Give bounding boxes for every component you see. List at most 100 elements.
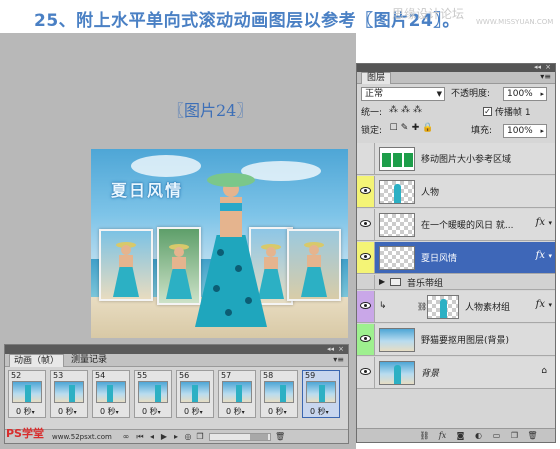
frame-thumbnail: [306, 381, 336, 403]
panel-titlebar[interactable]: ◂◂ ×: [357, 63, 555, 72]
visibility-toggle[interactable]: [357, 291, 375, 322]
lock-icon: ⌂: [541, 366, 547, 376]
add-mask-icon[interactable]: ◙: [455, 431, 466, 440]
unify-visibility-icon[interactable]: ⁂: [401, 106, 410, 115]
frame-56[interactable]: 56 0 秒▾: [176, 370, 214, 418]
frame-54[interactable]: 54 0 秒▾: [92, 370, 130, 418]
unify-position-icon[interactable]: ⁂: [389, 106, 398, 115]
frame-59[interactable]: 59 0 秒▾: [302, 370, 340, 418]
tab-layers[interactable]: 图层: [361, 72, 392, 84]
visibility-toggle[interactable]: [357, 242, 375, 273]
frame-53[interactable]: 53 0 秒▾: [50, 370, 88, 418]
lock-transparency-icon[interactable]: ☐: [389, 124, 398, 133]
frame-number: 53: [53, 371, 64, 380]
new-layer-icon[interactable]: ❐: [509, 431, 520, 440]
chevron-down-icon: ▾: [73, 409, 77, 416]
visibility-toggle[interactable]: [357, 275, 375, 289]
layer-name: 移动图片大小参考区域: [421, 155, 512, 165]
visibility-toggle[interactable]: [357, 209, 375, 240]
tutorial-header: 25、附上水平单向式滚动动画图层以参考〖图片24〗。 思缘设计论坛 WWW.MI…: [0, 0, 560, 32]
frame-58[interactable]: 58 0 秒▾: [260, 370, 298, 418]
loop-options-icon[interactable]: ∞: [121, 432, 131, 441]
eye-icon: [360, 302, 371, 309]
chevron-down-icon[interactable]: ▾: [548, 252, 552, 260]
adjustment-layer-icon[interactable]: ◐: [473, 431, 484, 440]
layer-name: 背景: [421, 369, 440, 379]
frame-55[interactable]: 55 0 秒▾: [134, 370, 172, 418]
frame-delay[interactable]: 0 秒▾: [142, 406, 161, 417]
frame-delay[interactable]: 0 秒▾: [100, 406, 119, 417]
duplicate-frame-icon[interactable]: ❐: [195, 432, 205, 441]
fx-icon[interactable]: fx: [536, 217, 545, 228]
frame-delay[interactable]: 0 秒▾: [184, 406, 203, 417]
layer-name: 人物: [421, 188, 440, 198]
collapse-icon[interactable]: ◂◂: [327, 345, 334, 353]
layer-row-selected[interactable]: 夏日风情 fx ▾: [357, 242, 555, 274]
layer-row[interactable]: 人物: [357, 176, 555, 208]
layer-name: 人物素材组: [465, 303, 511, 313]
propagate-checkbox[interactable]: ✓: [483, 107, 492, 116]
frame-delay[interactable]: 0 秒▾: [16, 406, 35, 417]
chevron-down-icon: ▾: [283, 409, 287, 416]
fx-icon[interactable]: fx: [536, 250, 545, 261]
folder-icon: [390, 278, 401, 286]
first-frame-icon[interactable]: ⏮: [135, 432, 145, 441]
lock-all-icon[interactable]: 🔒: [422, 124, 433, 133]
delete-frame-icon[interactable]: 🗑: [275, 432, 285, 441]
frame-52[interactable]: 52 0 秒▾: [8, 370, 46, 418]
fill-input[interactable]: 100% ▸: [503, 124, 547, 138]
delete-layer-icon[interactable]: 🗑: [527, 431, 538, 440]
link-icon: ⛓: [417, 302, 428, 311]
frame-delay[interactable]: 0 秒▾: [226, 406, 245, 417]
link-layers-icon[interactable]: ⛓: [419, 431, 430, 440]
layer-row[interactable]: 移动图片大小参考区域: [357, 143, 555, 175]
add-style-icon[interactable]: fx: [437, 431, 448, 440]
chevron-down-icon[interactable]: ▾: [548, 301, 552, 309]
close-icon[interactable]: ×: [338, 345, 344, 353]
panel-menu-icon[interactable]: ▾≡: [540, 72, 551, 81]
layer-group-row[interactable]: ▶ 音乐带组: [357, 275, 555, 290]
layer-thumbnail: [379, 147, 415, 171]
layers-footer: ⛓ fx ◙ ◐ ▭ ❐ 🗑: [357, 428, 555, 442]
unify-style-icon[interactable]: ⁂: [413, 106, 422, 115]
play-icon[interactable]: ▶: [159, 432, 169, 441]
frame-delay[interactable]: 0 秒▾: [58, 406, 77, 417]
watermark-text: 思缘设计论坛: [392, 7, 465, 21]
layer-thumbnail: [379, 328, 415, 352]
poster-image: 夏日风情: [91, 149, 348, 338]
lock-pixels-icon[interactable]: ✎: [400, 124, 409, 133]
collapse-icon[interactable]: ◂◂: [534, 63, 541, 71]
visibility-toggle[interactable]: [357, 324, 375, 355]
frame-57[interactable]: 57 0 秒▾: [218, 370, 256, 418]
layers-panel: ◂◂ × 图层 ▾≡ 正常 ▼ 不透明度: 100% ▸ 统一: ⁂ ⁂ ⁂ ✓…: [356, 63, 556, 443]
frame-delay[interactable]: 0 秒▾: [268, 406, 287, 417]
expand-triangle-icon[interactable]: ▶: [379, 277, 385, 286]
poster-title: 夏日风情: [111, 181, 184, 200]
visibility-toggle[interactable]: [357, 357, 375, 388]
layers-tabs: 图层 ▾≡: [357, 72, 555, 84]
visibility-toggle[interactable]: [357, 176, 375, 207]
visibility-toggle[interactable]: [357, 143, 375, 174]
fx-icon[interactable]: fx: [536, 299, 545, 310]
next-frame-icon[interactable]: ▸: [171, 432, 181, 441]
panel-menu-icon[interactable]: ▾≡: [333, 355, 344, 364]
layer-row[interactable]: ↳ ⛓ 人物素材组 fx ▾: [357, 291, 555, 323]
layer-thumbnail: [427, 295, 459, 319]
layer-row[interactable]: 背景 ⌂: [357, 357, 555, 389]
opacity-input[interactable]: 100% ▸: [503, 87, 547, 101]
close-icon[interactable]: ×: [545, 63, 551, 71]
layer-row[interactable]: 野猫要抠用图层(背景): [357, 324, 555, 356]
frame-delay[interactable]: 0 秒▾: [310, 406, 329, 417]
tab-animation-frames[interactable]: 动画（帧）: [9, 354, 65, 367]
lock-position-icon[interactable]: ✚: [411, 124, 420, 133]
new-group-icon[interactable]: ▭: [491, 431, 502, 440]
panel-titlebar[interactable]: ◂◂ ×: [5, 345, 348, 354]
tween-icon[interactable]: ◎: [183, 432, 193, 441]
scrollbar-thumb[interactable]: [250, 434, 268, 440]
chevron-down-icon[interactable]: ▾: [548, 219, 552, 227]
prev-frame-icon[interactable]: ◂: [147, 432, 157, 441]
frame-scrollbar[interactable]: [209, 433, 271, 441]
layer-row[interactable]: 在一个暖暖的风日 就... fx ▾: [357, 209, 555, 241]
tab-measurement-log[interactable]: 测量记录: [67, 354, 111, 367]
blend-mode-select[interactable]: 正常 ▼: [361, 87, 445, 101]
